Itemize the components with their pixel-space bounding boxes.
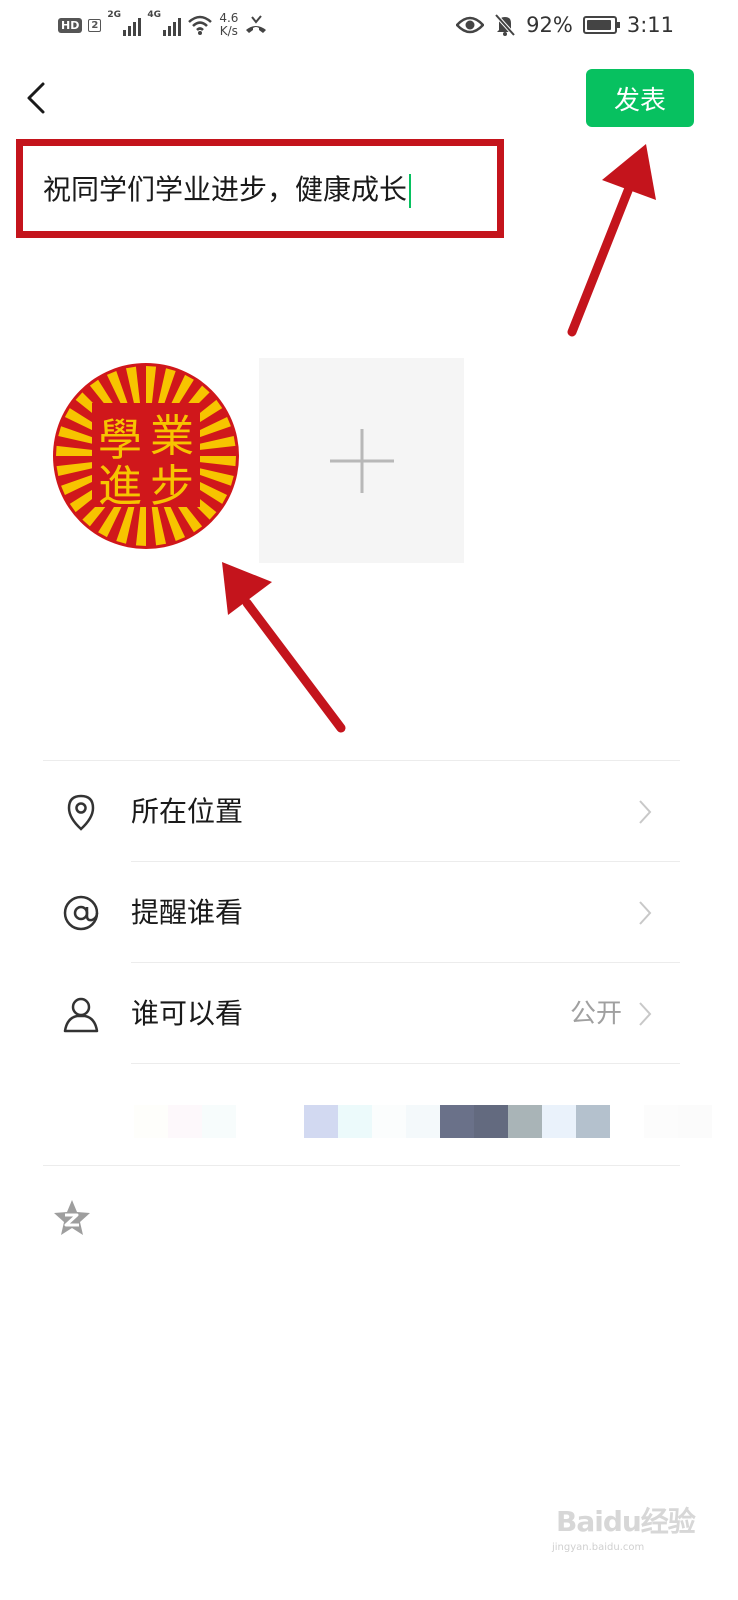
watermark-text: Baidu经验 [556, 1505, 696, 1538]
watermark-url: jingyan.baidu.com [552, 1542, 645, 1553]
annotation-arrows [222, 144, 656, 733]
annotation-arrow-to-publish [567, 144, 656, 337]
baidu-watermark: Baidu经验 jingyan.baidu.com [548, 1488, 696, 1558]
annotation-arrow-to-photo [222, 562, 346, 733]
